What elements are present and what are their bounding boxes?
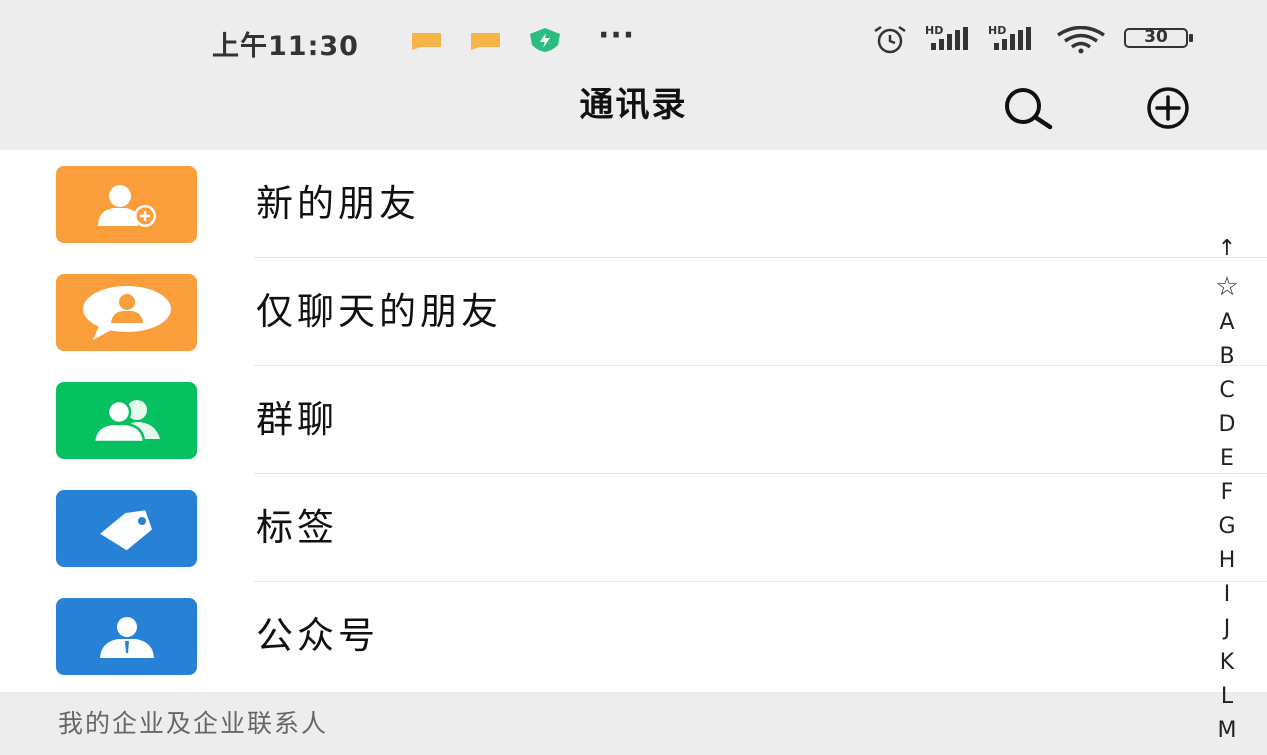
wifi-icon [1057, 26, 1105, 54]
notification-flag-icon [412, 33, 441, 50]
status-time: 上午11:30 [212, 31, 359, 62]
index-item[interactable]: J [1204, 616, 1250, 641]
list-item-official-accounts[interactable]: 公众号 [0, 582, 1267, 690]
index-item[interactable]: E [1204, 446, 1250, 471]
index-item[interactable]: H [1204, 548, 1250, 573]
alarm-clock-icon [874, 25, 906, 54]
index-item[interactable]: G [1204, 514, 1250, 539]
status-bar: 上午11:30 ··· HD HD 30 [0, 0, 1267, 80]
index-item[interactable]: M [1204, 718, 1250, 743]
alphabet-index-bar[interactable]: ↑ ☆ A B C D E F G H I J K L M [1204, 236, 1250, 755]
list-item-label: 仅聊天的朋友 [256, 290, 502, 333]
search-icon[interactable] [994, 86, 1058, 130]
index-item[interactable]: L [1204, 684, 1250, 709]
group-chat-icon [56, 382, 197, 459]
battery-icon: 30 [1124, 28, 1194, 50]
list-item-label: 新的朋友 [256, 182, 420, 225]
list-item-new-friends[interactable]: 新的朋友 [0, 150, 1267, 258]
security-shield-icon [530, 28, 560, 52]
signal-strength-icon-1: HD [925, 24, 975, 52]
index-item[interactable]: F [1204, 480, 1250, 505]
index-item[interactable]: I [1204, 582, 1250, 607]
index-item[interactable]: D [1204, 412, 1250, 437]
index-item[interactable]: B [1204, 344, 1250, 369]
list-item-group-chats[interactable]: 群聊 [0, 366, 1267, 474]
index-item[interactable]: K [1204, 650, 1250, 675]
list-item-label: 标签 [256, 506, 338, 549]
list-item-label: 公众号 [256, 614, 379, 657]
list-item-chat-only-friends[interactable]: 仅聊天的朋友 [0, 258, 1267, 366]
page-title: 通讯录 [579, 85, 688, 125]
official-account-icon [56, 598, 197, 675]
tag-icon [56, 490, 197, 567]
index-item[interactable]: C [1204, 378, 1250, 403]
list-item-label: 群聊 [256, 398, 338, 441]
section-header-label: 我的企业及企业联系人 [58, 709, 329, 738]
signal-strength-icon-2: HD [988, 24, 1038, 52]
notification-flag-icon [471, 33, 500, 50]
list-item-tags[interactable]: 标签 [0, 474, 1267, 582]
add-friend-icon [56, 166, 197, 243]
contacts-function-list: 新的朋友 仅聊天的朋友 群聊 标签 公众号 [0, 150, 1267, 692]
index-item[interactable]: A [1204, 310, 1250, 335]
chat-only-friend-icon [56, 274, 197, 351]
add-icon[interactable] [1132, 86, 1204, 130]
section-header: 我的企业及企业联系人 [0, 692, 1267, 755]
more-notifications-icon: ··· [598, 18, 636, 53]
index-item-top[interactable]: ↑ [1204, 236, 1250, 261]
index-item-starred[interactable]: ☆ [1204, 272, 1250, 302]
battery-level: 30 [1124, 28, 1188, 48]
nav-bar: 通讯录 [0, 80, 1267, 150]
